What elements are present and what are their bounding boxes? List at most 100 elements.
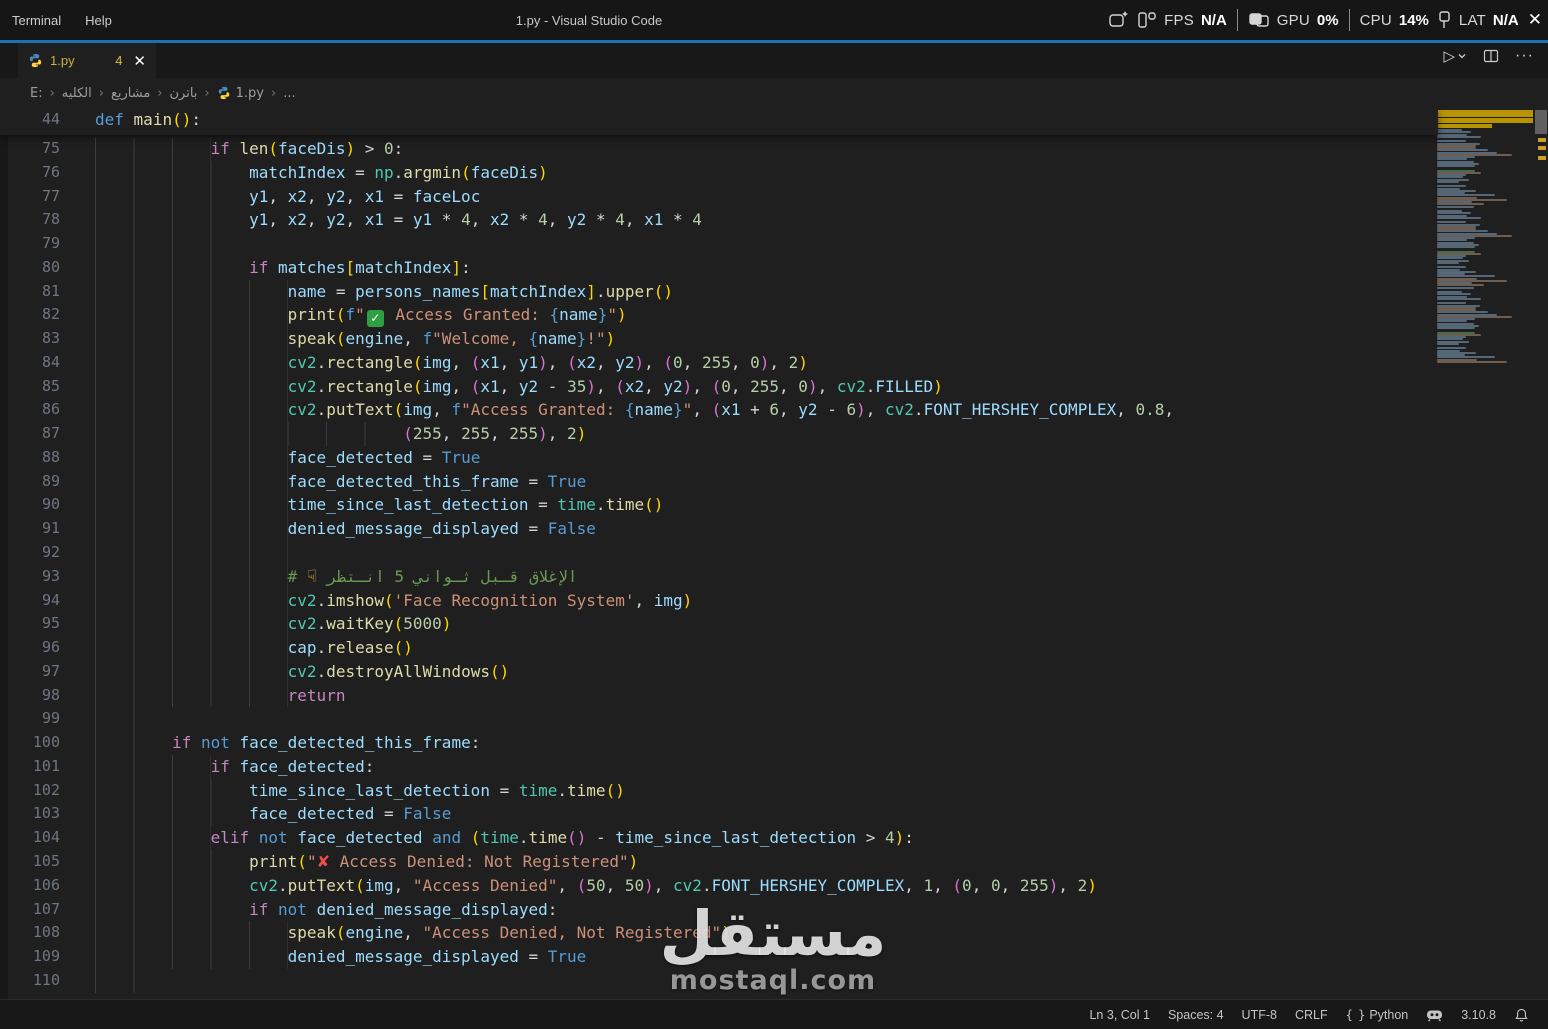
code-token: :	[548, 900, 558, 919]
breadcrumb-item[interactable]: الكليه	[62, 86, 92, 101]
code-line[interactable]: 90time_since_last_detection = time.time(…	[0, 493, 1438, 517]
code-line[interactable]: 82print(f"✓ Access Granted: {name}")	[0, 303, 1438, 327]
code-line[interactable]: 83speak(engine, f"Welcome, {name}!")	[0, 327, 1438, 351]
code-line[interactable]: 102time_since_last_detection = time.time…	[0, 779, 1438, 803]
code-token: .	[317, 638, 327, 657]
code-line[interactable]: 96cap.release()	[0, 636, 1438, 660]
code-line[interactable]: 89face_detected_this_frame = True	[0, 470, 1438, 494]
code-token: waitKey	[326, 614, 393, 633]
code-token: .	[317, 614, 327, 633]
code-line[interactable]: 84cv2.rectangle(img, (x1, y1), (x2, y2),…	[0, 351, 1438, 375]
breadcrumb-item[interactable]: 1.py	[217, 86, 264, 101]
breadcrumb-item[interactable]: ...	[283, 86, 295, 101]
code-token: y2	[567, 210, 586, 229]
more-actions-button[interactable]: ···	[1515, 47, 1534, 65]
code-editor[interactable]: 44def main(): 75if len(faceDis) > 0:76ma…	[0, 108, 1548, 999]
status-python-version[interactable]: 3.10.8	[1452, 1000, 1505, 1029]
menu-terminal[interactable]: Terminal	[0, 7, 73, 33]
code-line[interactable]: 76matchIndex = np.argmin(faceDis)	[0, 161, 1438, 185]
code-line[interactable]: 92	[0, 541, 1438, 565]
minimap-line	[1437, 181, 1459, 183]
code-line[interactable]: 81name = persons_names[matchIndex].upper…	[0, 280, 1438, 304]
code-line[interactable]: 85cv2.rectangle(img, (x1, y2 - 35), (x2,…	[0, 375, 1438, 399]
code-token: cv2	[885, 400, 914, 419]
code-line[interactable]: 98return	[0, 684, 1438, 708]
code-line[interactable]: 110	[0, 969, 1438, 993]
status-notifications[interactable]	[1505, 1000, 1538, 1029]
code-line[interactable]: 94cv2.imshow('Face Recognition System', …	[0, 589, 1438, 613]
breadcrumb-item[interactable]: E:	[30, 86, 43, 101]
minimap-line	[1437, 185, 1466, 187]
sticky-scroll-line[interactable]: 44def main():	[0, 108, 1438, 135]
status-indentation[interactable]: Spaces: 4	[1159, 1000, 1233, 1029]
code-line[interactable]: 100if not face_detected_this_frame:	[0, 731, 1438, 755]
run-button[interactable]: ▷	[1443, 47, 1467, 65]
breadcrumb-separator: ›	[157, 86, 162, 101]
code-line[interactable]: 107if not denied_message_displayed:	[0, 898, 1438, 922]
code-line[interactable]: 80if matches[matchIndex]:	[0, 256, 1438, 280]
line-number: 75	[0, 137, 60, 161]
code-token: np	[374, 163, 393, 182]
code-token: x2	[490, 210, 509, 229]
code-line[interactable]: 86cv2.putText(img, f"Access Granted: {na…	[0, 398, 1438, 422]
code-token: الإغلاق	[529, 567, 577, 586]
status-cursor-position[interactable]: Ln 3, Col 1	[1080, 1000, 1158, 1029]
breadcrumb-item[interactable]: مشاريع	[111, 86, 150, 101]
code-line[interactable]: 88face_detected = True	[0, 446, 1438, 470]
code-token: img	[423, 377, 452, 396]
code-line[interactable]: 108speak(engine, "Access Denied, Not Reg…	[0, 921, 1438, 945]
python-icon	[217, 86, 231, 100]
code-line[interactable]: 79	[0, 232, 1438, 256]
pin-icon[interactable]	[1436, 10, 1452, 30]
code-line[interactable]: 87(255, 255, 255), 2)	[0, 422, 1438, 446]
status-label: Spaces: 4	[1168, 1008, 1224, 1022]
status-eol[interactable]: CRLF	[1286, 1000, 1337, 1029]
code-line[interactable]: 75if len(faceDis) > 0:	[0, 137, 1438, 161]
code-token: ,	[692, 377, 711, 396]
code-token: -	[818, 400, 847, 419]
code-line[interactable]: 106cv2.putText(img, "Access Denied", (50…	[0, 874, 1438, 898]
menu-help[interactable]: Help	[73, 7, 124, 33]
code-line[interactable]: 77y1, x2, y2, x1 = faceLoc	[0, 185, 1438, 209]
code-token: =	[384, 187, 413, 206]
split-editor-button[interactable]	[1483, 48, 1499, 64]
sticky-code-line[interactable]: 44def main():	[0, 108, 1438, 132]
code-line[interactable]: 101if face_detected:	[0, 755, 1438, 779]
tab-1py[interactable]: 1.py 4 ✕	[18, 43, 156, 78]
indent-guides	[95, 493, 288, 517]
breadcrumb-item[interactable]: باترن	[170, 86, 198, 101]
minimap-line	[1437, 320, 1467, 322]
code-token: .	[702, 876, 712, 895]
code-token: .	[317, 377, 327, 396]
code-line[interactable]: 97cv2.destroyAllWindows()	[0, 660, 1438, 684]
code-line[interactable]: 104elif not face_detected and (time.time…	[0, 826, 1438, 850]
code-line[interactable]: 78y1, x2, y2, x1 = y1 * 4, x2 * 4, y2 * …	[0, 208, 1438, 232]
indent-guides	[95, 684, 288, 708]
minimap[interactable]	[1434, 108, 1534, 999]
code-token: upper	[606, 282, 654, 301]
code-line[interactable]: 105print("✘ Access Denied: Not Registere…	[0, 850, 1438, 874]
code-token: (	[172, 110, 182, 129]
status-language-mode[interactable]: { }Python	[1337, 1000, 1418, 1029]
minimap-line	[1437, 311, 1488, 313]
overlay-close-icon[interactable]: ✕	[1528, 10, 1542, 30]
code-line[interactable]: 93# ☟ انـتظر 5 ثـواني قـبل الإغلاق	[0, 565, 1438, 589]
status-encoding[interactable]: UTF-8	[1233, 1000, 1286, 1029]
code-token: "Welcome,	[432, 329, 528, 348]
code-token: cv2	[288, 591, 317, 610]
code-line[interactable]: 95cv2.waitKey(5000)	[0, 612, 1438, 636]
status-copilot[interactable]	[1417, 1000, 1452, 1029]
code-token: True	[548, 472, 587, 491]
code-line[interactable]: 99	[0, 707, 1438, 731]
editor-scrollbar[interactable]	[1534, 108, 1548, 999]
minimap-line	[1437, 194, 1495, 196]
code-token: {	[625, 400, 635, 419]
indent-guides	[95, 327, 288, 351]
code-line[interactable]: 109denied_message_displayed = True	[0, 945, 1438, 969]
scrollbar-thumb[interactable]	[1535, 110, 1547, 134]
code-line[interactable]: 91denied_message_displayed = False	[0, 517, 1438, 541]
tab-close-icon[interactable]: ✕	[133, 52, 146, 70]
code-line[interactable]: 103face_detected = False	[0, 802, 1438, 826]
code-token: 2	[789, 353, 799, 372]
code-lines[interactable]: 75if len(faceDis) > 0:76matchIndex = np.…	[0, 137, 1438, 993]
